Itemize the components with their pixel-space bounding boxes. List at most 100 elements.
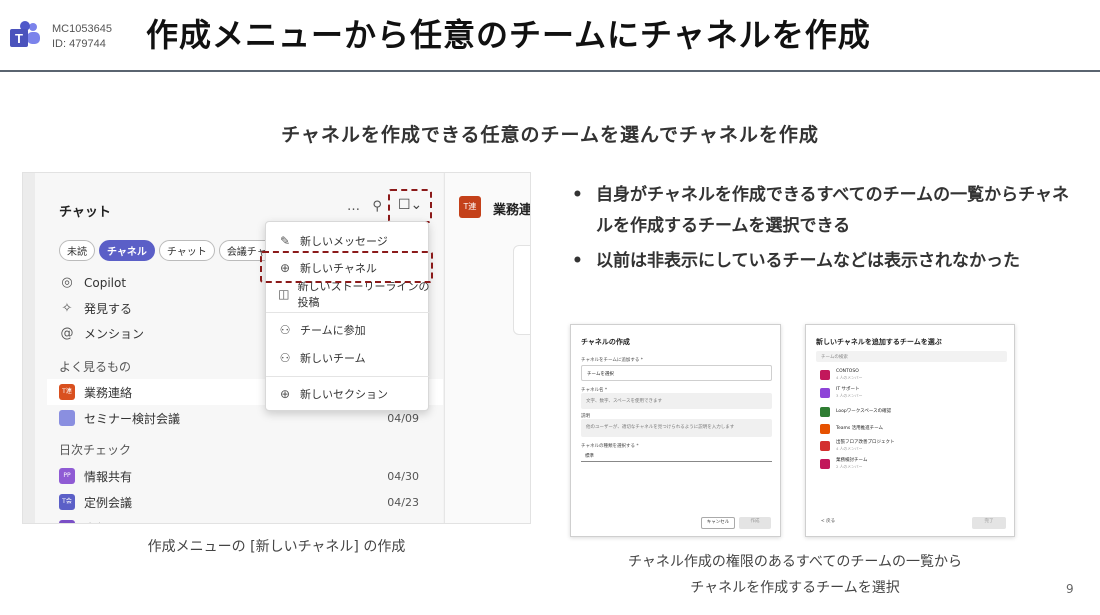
more-options-icon[interactable]: … bbox=[347, 199, 360, 214]
channel-type-select[interactable]: 標準 bbox=[581, 450, 772, 462]
caption-right-line: チャネルを作成するチームを選択 bbox=[690, 580, 900, 596]
menu-new-section[interactable]: ⊕ 新しいセクション bbox=[266, 382, 430, 406]
channel-type-label: チャネルの種類を選択する * bbox=[581, 444, 639, 449]
channel-date: 04/23 bbox=[387, 495, 419, 509]
team-avatar bbox=[820, 459, 830, 469]
bullet-item: 自身がチャネルを作成できるすべてのチームの一覧からチャネルを作成するチームを選択… bbox=[570, 180, 1085, 242]
filter-chats[interactable]: チャット bbox=[158, 240, 215, 261]
teams-logo-icon: T bbox=[10, 21, 40, 47]
section-daily-check[interactable]: 日次チェック bbox=[59, 441, 131, 458]
team-name: Teams 活用推進チーム bbox=[836, 426, 884, 431]
create-button[interactable]: 作成 bbox=[739, 517, 771, 529]
dialog-title: 新しいチャネルを追加するチームを選ぶ bbox=[816, 338, 942, 346]
team-select-field[interactable]: チームを選択 bbox=[581, 365, 772, 381]
nav-label: 発見する bbox=[84, 302, 133, 316]
team-search-input[interactable]: チームの検索 bbox=[816, 351, 1007, 362]
sparkle-icon: ✧ bbox=[61, 301, 73, 316]
menu-new-team[interactable]: ⚇ 新しいチーム bbox=[266, 346, 430, 370]
caption-left: 作成メニューの [新しいチャネル] の作成 bbox=[147, 539, 406, 555]
menu-divider bbox=[266, 376, 430, 377]
filter-unread[interactable]: 未読 bbox=[59, 240, 95, 261]
people-icon: ⚇ bbox=[279, 323, 291, 337]
menu-label: 新しいメッセージ bbox=[300, 235, 388, 248]
team-members: 2 人のメンバー bbox=[836, 464, 863, 469]
team-avatar: T会 bbox=[59, 494, 75, 510]
team-avatar: PP bbox=[59, 468, 75, 484]
message-code: MC1053645 bbox=[52, 23, 112, 35]
menu-join-team[interactable]: ⚇ チームに参加 bbox=[266, 318, 430, 342]
message-id: ID: 479744 bbox=[52, 38, 106, 50]
app-rail bbox=[23, 173, 35, 523]
people-add-icon: ⚇ bbox=[279, 351, 291, 365]
conversation-pane: T連 業務連 bbox=[444, 173, 531, 523]
channel-name: 情報共有 bbox=[84, 469, 133, 484]
channel-date: 04/30 bbox=[387, 469, 419, 483]
caption-right: チャネル作成の権限のあるすべてのチームの一覧から チャネルを作成するチームを選択 bbox=[560, 549, 1030, 601]
page-number: 9 bbox=[1066, 582, 1074, 596]
teams-chat-screenshot: チャット … ⚲ ☐⌄ 未読 チャネル チャット 会議チャット ◎ Copilo… bbox=[22, 172, 531, 524]
team-members: 3 人のメンバー bbox=[836, 393, 863, 398]
channel-date: 04/09 bbox=[387, 411, 419, 425]
create-channel-dialog: チャネルの作成 チャネルをチームに追加する * チームを選択 チャネル名 * 文… bbox=[570, 324, 781, 537]
menu-new-message[interactable]: ✎ 新しいメッセージ bbox=[266, 229, 430, 253]
caption-right-line: チャネル作成の権限のあるすべてのチームの一覧から bbox=[628, 554, 962, 570]
team-option[interactable]: CONTOSO 4 人のメンバー bbox=[820, 368, 862, 382]
svg-text:T: T bbox=[15, 31, 23, 46]
channel-row[interactable]: T会 定例会議 04/23 bbox=[47, 489, 443, 515]
menu-label: チームに参加 bbox=[300, 324, 366, 337]
copilot-icon: ◎ bbox=[61, 275, 73, 290]
compose-menu-button[interactable]: ☐⌄ bbox=[388, 189, 432, 223]
team-avatar bbox=[59, 410, 75, 426]
dialog-title: チャネルの作成 bbox=[581, 338, 630, 346]
team-members: 4 人のメンバー bbox=[836, 375, 863, 380]
team-option[interactable]: 業務検討チーム 2 人のメンバー bbox=[820, 457, 867, 471]
team-avatar bbox=[820, 407, 830, 417]
team-option[interactable]: 出張フロア改善プロジェクト 4 人のメンバー bbox=[820, 439, 895, 453]
slide-subtitle: チャネルを作成できる任意のチームを選んでチャネルを作成 bbox=[281, 124, 819, 146]
header-divider bbox=[0, 70, 1100, 72]
nav-discover[interactable]: ✧ 発見する bbox=[59, 300, 132, 317]
channel-row[interactable]: 全般 bbox=[47, 515, 443, 523]
search-icon[interactable]: ⚲ bbox=[372, 199, 382, 214]
description-input[interactable]: 他のユーザーが、適切なチャネルを見つけられるように説明を入力します bbox=[581, 419, 772, 437]
team-avatar bbox=[820, 370, 830, 380]
team-name: IT サポート bbox=[836, 387, 860, 392]
chat-toolbar: … ⚲ bbox=[347, 199, 382, 214]
menu-new-storyline[interactable]: ◫ 新しいストーリーラインの投稿 bbox=[266, 280, 430, 309]
team-avatar bbox=[820, 424, 830, 434]
compose-icon: ☐⌄ bbox=[398, 197, 423, 213]
nav-mentions[interactable]: @ メンション bbox=[59, 325, 145, 342]
nav-label: メンション bbox=[84, 327, 145, 341]
team-option[interactable]: Teams 活用推進チーム bbox=[820, 422, 883, 436]
team-name: CONTOSO bbox=[836, 369, 859, 374]
team-option[interactable]: IT サポート 3 人のメンバー bbox=[820, 386, 862, 400]
cancel-button[interactable]: キャンセル bbox=[701, 517, 735, 529]
bullet-item: 以前は非表示にしているチームなどは表示されなかった bbox=[570, 246, 1085, 277]
select-team-dialog: 新しいチャネルを追加するチームを選ぶ チームの検索 CONTOSO 4 人のメンバ… bbox=[805, 324, 1015, 537]
bullet-list: 自身がチャネルを作成できるすべてのチームの一覧からチャネルを作成するチームを選択… bbox=[570, 180, 1085, 281]
team-avatar bbox=[59, 520, 75, 523]
nav-copilot[interactable]: ◎ Copilot bbox=[59, 275, 126, 290]
team-option[interactable]: Loopワークスペースの確認 bbox=[820, 405, 891, 419]
section-favorites[interactable]: よく見るもの bbox=[59, 358, 131, 375]
channel-name: 定例会議 bbox=[84, 495, 133, 510]
team-name: Loopワークスペースの確認 bbox=[836, 409, 892, 414]
done-button[interactable]: 完了 bbox=[972, 517, 1006, 529]
team-avatar bbox=[820, 388, 830, 398]
menu-label: 新しいセクション bbox=[300, 388, 388, 401]
message-card bbox=[513, 245, 530, 335]
add-section-icon: ⊕ bbox=[279, 387, 291, 401]
slide-title: 作成メニューから任意のチームにチャネルを作成 bbox=[146, 16, 871, 54]
mention-icon: @ bbox=[60, 326, 74, 341]
menu-divider bbox=[266, 312, 430, 313]
highlight-new-channel bbox=[260, 251, 433, 283]
team-avatar: T連 bbox=[59, 384, 75, 400]
filter-channels[interactable]: チャネル bbox=[99, 240, 155, 261]
channel-name-input[interactable]: 文字、数字、スペースを使用できます bbox=[581, 393, 772, 409]
conversation-title: 業務連 bbox=[493, 203, 531, 218]
back-button[interactable]: < 戻る bbox=[816, 517, 840, 529]
compose-dropdown-menu: ✎ 新しいメッセージ ⊕ 新しいチャネル ◫ 新しいストーリーラインの投稿 ⚇ … bbox=[265, 221, 430, 411]
channel-row[interactable]: PP 情報共有 04/30 bbox=[47, 463, 443, 489]
storyline-icon: ◫ bbox=[278, 287, 290, 301]
message-meta: MC1053645 ID: 479744 bbox=[52, 22, 112, 52]
